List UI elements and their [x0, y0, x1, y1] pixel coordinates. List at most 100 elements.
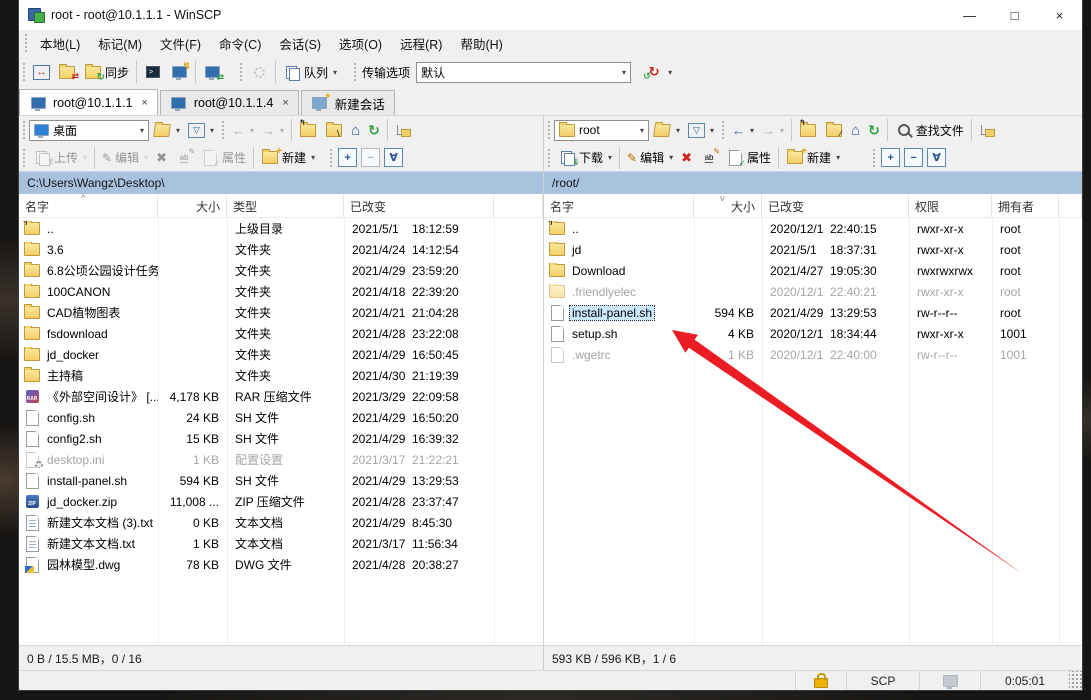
remote-home-directory-button[interactable]: ⌂ [847, 118, 864, 142]
file-row[interactable]: RAR《外部空间设计》 [...4,178 KBRAR 压缩文件2021/3/2… [19, 386, 543, 407]
local-forward-button[interactable]: → [258, 118, 288, 142]
minimize-button[interactable]: — [947, 0, 992, 30]
preferences-button[interactable] [246, 60, 272, 84]
transfer-preset-combobox[interactable]: 默认 ▾ [416, 62, 631, 83]
local-back-button[interactable]: ← [228, 118, 258, 142]
local-new-button[interactable]: +新建 [257, 146, 319, 170]
file-row[interactable]: install-panel.sh594 KBSH 文件2021/4/2913:2… [19, 470, 543, 491]
refresh-session-button[interactable]: ⇄ [199, 60, 225, 84]
open-console-button[interactable]: ↯ [166, 60, 192, 84]
column-header[interactable]: 名字 [544, 194, 694, 217]
remote-properties-button[interactable]: ✓属性 [722, 146, 775, 170]
local-root-directory-button[interactable]: ∖ [321, 118, 347, 142]
remote-edit-button[interactable]: ✎编辑 [623, 146, 677, 170]
local-filter-button[interactable]: ▽ [184, 118, 218, 142]
remote-unselect-button[interactable]: − [904, 148, 923, 167]
queue-button[interactable]: 队列 [279, 60, 341, 84]
local-delete-button[interactable]: ✖ [152, 146, 171, 170]
file-row[interactable]: jd_docker文件夹2021/4/2916:50:45 [19, 344, 543, 365]
file-row[interactable]: ↰..2020/12/122:40:15rwxr-xr-xroot [544, 218, 1082, 239]
remote-select-all-button[interactable]: ∀ [927, 148, 946, 167]
file-row[interactable]: desktop.ini1 KB配置设置2021/3/1721:22:21 [19, 449, 543, 470]
local-select-button[interactable]: + [338, 148, 357, 167]
file-row[interactable]: jd2021/5/118:37:31rwxr-xr-xroot [544, 239, 1082, 260]
remote-parent-directory-button[interactable]: ↰ [795, 118, 821, 142]
column-header[interactable]: 权限 [909, 194, 992, 217]
tab-close-icon[interactable]: × [141, 97, 147, 109]
local-path-bar[interactable]: C:\Users\Wangz\Desktop\ [19, 171, 543, 194]
local-refresh-button[interactable]: ↻ [364, 118, 384, 142]
menu-item[interactable]: 远程(R) [391, 34, 451, 56]
local-home-directory-button[interactable]: ⌂ [347, 118, 364, 142]
file-row[interactable]: 新建文本文档 (3).txt0 KB文本文档2021/4/298:45:30 [19, 512, 543, 533]
remote-new-button[interactable]: +新建 [782, 146, 844, 170]
upload-button[interactable]: ⇑上传 [29, 146, 91, 170]
local-open-directory-button[interactable] [149, 118, 184, 142]
remote-open-directory-button[interactable] [649, 118, 684, 142]
remote-directory-combobox[interactable]: root ▾ [554, 120, 649, 141]
synchronize-browsing-button[interactable]: ⇄ [54, 60, 80, 84]
column-header[interactable]: 大小v [694, 194, 762, 217]
resize-grip[interactable] [1069, 671, 1082, 690]
close-button[interactable]: × [1037, 0, 1082, 30]
download-button[interactable]: ⇓下载 [554, 146, 616, 170]
file-row[interactable]: CAD植物图表文件夹2021/4/2121:04:28 [19, 302, 543, 323]
open-terminal-button[interactable]: > [140, 60, 166, 84]
session-tab[interactable]: root@10.1.1.4× [160, 90, 299, 115]
column-header[interactable]: 名字^ [19, 194, 158, 217]
remote-tree-button[interactable] [975, 118, 999, 142]
file-row[interactable]: ZIPjd_docker.zip11,008 ...ZIP 压缩文件2021/4… [19, 491, 543, 512]
file-row[interactable]: config2.sh15 KBSH 文件2021/4/2916:39:32 [19, 428, 543, 449]
local-tree-button[interactable] [391, 118, 415, 142]
file-row[interactable]: 100CANON文件夹2021/4/1822:39:20 [19, 281, 543, 302]
file-row[interactable]: .friendlyelec2020/12/122:40:21rwxr-xr-xr… [544, 281, 1082, 302]
menu-item[interactable]: 命令(C) [210, 34, 270, 56]
local-rename-button[interactable]: ab✎ [171, 146, 197, 170]
file-row[interactable]: 园林模型.dwg78 KBDWG 文件2021/4/2820:38:27 [19, 554, 543, 575]
file-row[interactable]: 3.6文件夹2021/4/2414:12:54 [19, 239, 543, 260]
local-properties-button[interactable]: ✓属性 [197, 146, 250, 170]
file-row[interactable]: .wgetrc1 KB2020/12/122:40:00rw-r--r--100… [544, 344, 1082, 365]
file-row[interactable]: 6.8公顷公园设计任务...文件夹2021/4/2923:59:20 [19, 260, 543, 281]
file-row[interactable]: setup.sh4 KB2020/12/118:34:44rwxr-xr-x10… [544, 323, 1082, 344]
file-row[interactable]: Download2021/4/2719:05:30rwxrwxrwxroot [544, 260, 1082, 281]
column-header[interactable]: 类型 [227, 194, 344, 217]
remote-back-button[interactable]: ← [728, 118, 758, 142]
column-header[interactable]: 已改变 [762, 194, 909, 217]
column-header[interactable]: 已改变 [344, 194, 494, 217]
file-row[interactable]: 新建文本文档.txt1 KB文本文档2021/3/1711:56:34 [19, 533, 543, 554]
remote-forward-button[interactable]: → [758, 118, 788, 142]
encryption-status[interactable] [795, 671, 846, 690]
menu-item[interactable]: 帮助(H) [451, 34, 511, 56]
menu-item[interactable]: 标记(M) [89, 34, 151, 56]
remote-refresh-button[interactable]: ↻ [864, 118, 884, 142]
file-row[interactable]: fsdownload文件夹2021/4/2823:22:08 [19, 323, 543, 344]
local-select-all-button[interactable]: ∀ [384, 148, 403, 167]
local-drive-combobox[interactable]: 桌面 ▾ [29, 120, 149, 141]
compare-directories-button[interactable]: ↔ [29, 60, 54, 84]
session-tab[interactable]: root@10.1.1.1× [19, 89, 158, 115]
file-row[interactable]: 主持稿文件夹2021/4/3021:19:39 [19, 365, 543, 386]
synchronize-button[interactable]: ↻同步 [80, 60, 133, 84]
transfer-settings-button[interactable]: ↻↺ [641, 60, 676, 84]
remote-select-button[interactable]: + [881, 148, 900, 167]
remote-filter-button[interactable]: ▽ [684, 118, 718, 142]
remote-root-directory-button[interactable]: ∕ [821, 118, 847, 142]
remote-rename-button[interactable]: ab✎ [696, 146, 722, 170]
find-files-button[interactable]: 查找文件 [891, 118, 968, 142]
local-edit-button[interactable]: ✎编辑 [98, 146, 152, 170]
protocol-status[interactable]: SCP [846, 671, 919, 690]
column-header[interactable]: 拥有者 [992, 194, 1059, 217]
remote-delete-button[interactable]: ✖ [677, 146, 696, 170]
local-parent-directory-button[interactable]: ↰ [295, 118, 321, 142]
menu-item[interactable]: 选项(O) [330, 34, 391, 56]
column-header[interactable]: 大小 [158, 194, 227, 217]
menu-item[interactable]: 文件(F) [151, 34, 210, 56]
session-tab[interactable]: ✦新建会话 [301, 90, 395, 115]
local-unselect-button[interactable]: − [361, 148, 380, 167]
menu-item[interactable]: 会话(S) [270, 34, 330, 56]
tab-close-icon[interactable]: × [282, 97, 288, 109]
file-row[interactable]: install-panel.sh594 KB2021/4/2913:29:53r… [544, 302, 1082, 323]
file-row[interactable]: config.sh24 KBSH 文件2021/4/2916:50:20 [19, 407, 543, 428]
file-row[interactable]: ↰..上级目录2021/5/118:12:59 [19, 218, 543, 239]
